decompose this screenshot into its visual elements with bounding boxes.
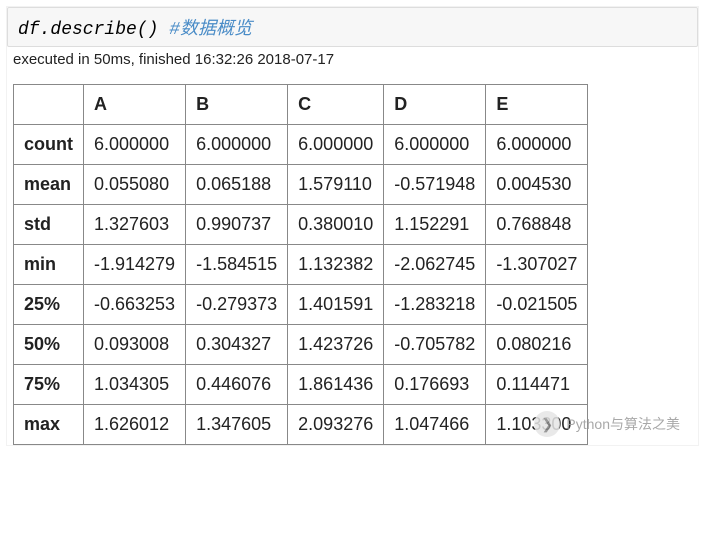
table-row: min -1.914279 -1.584515 1.132382 -2.0627…	[14, 245, 588, 285]
table-cell: 6.000000	[384, 125, 486, 165]
watermark-text: Python与算法之美	[566, 414, 680, 434]
column-header: A	[84, 85, 186, 125]
column-header: E	[486, 85, 588, 125]
table-cell: -0.279373	[186, 285, 288, 325]
table-row: std 1.327603 0.990737 0.380010 1.152291 …	[14, 205, 588, 245]
table-cell: 0.055080	[84, 165, 186, 205]
watermark-icon: ❯	[534, 411, 560, 437]
table-cell: 1.347605	[186, 405, 288, 445]
table-row: count 6.000000 6.000000 6.000000 6.00000…	[14, 125, 588, 165]
execution-status: executed in 50ms, finished 16:32:26 2018…	[7, 47, 698, 78]
column-header: D	[384, 85, 486, 125]
table-cell: 0.065188	[186, 165, 288, 205]
table-cell: -0.021505	[486, 285, 588, 325]
table-cell: -0.663253	[84, 285, 186, 325]
row-index: min	[14, 245, 84, 285]
table-row: 50% 0.093008 0.304327 1.423726 -0.705782…	[14, 325, 588, 365]
table-cell: 1.423726	[288, 325, 384, 365]
table-cell: 6.000000	[84, 125, 186, 165]
code-expression: df.describe()	[18, 20, 158, 40]
table-cell: 0.768848	[486, 205, 588, 245]
table-cell: 2.093276	[288, 405, 384, 445]
table-cell: 1.152291	[384, 205, 486, 245]
table-cell: 1.327603	[84, 205, 186, 245]
table-cell: -0.705782	[384, 325, 486, 365]
table-cell: 0.176693	[384, 365, 486, 405]
row-index: max	[14, 405, 84, 445]
table-cell: 6.000000	[486, 125, 588, 165]
table-cell: -1.914279	[84, 245, 186, 285]
table-cell: 1.132382	[288, 245, 384, 285]
table-cell: 1.401591	[288, 285, 384, 325]
table-row: max 1.626012 1.347605 2.093276 1.047466 …	[14, 405, 588, 445]
notebook-cell-container: df.describe() #数据概览 executed in 50ms, fi…	[6, 6, 699, 446]
row-index: 50%	[14, 325, 84, 365]
table-corner-cell	[14, 85, 84, 125]
table-cell: 0.380010	[288, 205, 384, 245]
table-cell: -1.307027	[486, 245, 588, 285]
table-cell: 6.000000	[186, 125, 288, 165]
table-cell: 6.000000	[288, 125, 384, 165]
table-row: mean 0.055080 0.065188 1.579110 -0.57194…	[14, 165, 588, 205]
table-cell: 0.080216	[486, 325, 588, 365]
table-cell: -1.584515	[186, 245, 288, 285]
output-area: A B C D E count 6.000000 6.000000 6.0000…	[7, 78, 698, 445]
watermark: ❯ Python与算法之美	[534, 411, 680, 437]
table-cell: -1.283218	[384, 285, 486, 325]
column-header: B	[186, 85, 288, 125]
table-header-row: A B C D E	[14, 85, 588, 125]
table-cell: 1.626012	[84, 405, 186, 445]
dataframe-table: A B C D E count 6.000000 6.000000 6.0000…	[13, 84, 588, 445]
table-cell: 0.304327	[186, 325, 288, 365]
table-body: count 6.000000 6.000000 6.000000 6.00000…	[14, 125, 588, 445]
table-cell: -2.062745	[384, 245, 486, 285]
table-cell: 1.034305	[84, 365, 186, 405]
table-cell: 1.579110	[288, 165, 384, 205]
table-row: 25% -0.663253 -0.279373 1.401591 -1.2832…	[14, 285, 588, 325]
table-header: A B C D E	[14, 85, 588, 125]
row-index: 25%	[14, 285, 84, 325]
code-input-cell[interactable]: df.describe() #数据概览	[7, 7, 698, 47]
table-cell: 0.446076	[186, 365, 288, 405]
table-cell: 1.047466	[384, 405, 486, 445]
table-cell: 0.114471	[486, 365, 588, 405]
row-index: 75%	[14, 365, 84, 405]
code-comment: #数据概览	[169, 20, 252, 40]
row-index: mean	[14, 165, 84, 205]
table-row: 75% 1.034305 0.446076 1.861436 0.176693 …	[14, 365, 588, 405]
table-cell: -0.571948	[384, 165, 486, 205]
column-header: C	[288, 85, 384, 125]
table-cell: 0.093008	[84, 325, 186, 365]
table-cell: 0.990737	[186, 205, 288, 245]
watermark-glyph: ❯	[542, 416, 554, 433]
table-cell: 1.861436	[288, 365, 384, 405]
row-index: std	[14, 205, 84, 245]
row-index: count	[14, 125, 84, 165]
table-cell: 0.004530	[486, 165, 588, 205]
